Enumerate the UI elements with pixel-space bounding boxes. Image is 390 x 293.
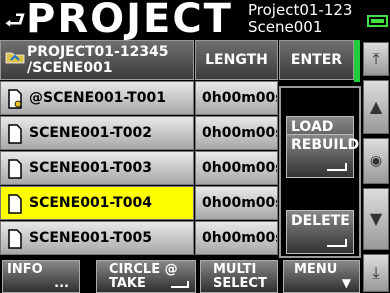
menu-button[interactable]: MENU ▼: [283, 260, 360, 293]
enter-button[interactable]: ENTER: [279, 40, 354, 80]
page-title: PROJECT: [26, 0, 233, 42]
chevron-down-icon: ▼: [341, 276, 351, 290]
scene-name-text: Scene001: [248, 18, 323, 36]
length-cell: 0h00m00s: [195, 186, 278, 220]
multi-select-button[interactable]: MULTI SELECT: [200, 260, 278, 293]
scene-name-text: SCENE001-T002: [29, 125, 152, 141]
scene-name-text: SCENE001-T003: [29, 160, 152, 176]
multi-select-line2: SELECT: [213, 276, 267, 291]
rebuild-button[interactable]: REBUILD: [286, 134, 359, 178]
scene-name-text: SCENE001-T005: [29, 230, 152, 246]
scroll-bottom-icon[interactable]: ⤓: [363, 254, 389, 292]
rebuild-button-label: REBUILD: [291, 137, 360, 153]
header: ⮐ PROJECT Project01-123 Scene001: [0, 0, 390, 42]
column-header: PROJECT01-12345 /SCENE001 LENGTH ENTER: [0, 40, 356, 80]
scroll-down-icon[interactable]: ▼: [363, 188, 389, 250]
load-button-label: LOAD: [291, 119, 334, 135]
file-icon: [8, 159, 22, 179]
length-column-header: LENGTH: [195, 40, 278, 80]
project-name-text: Project01-123: [248, 1, 353, 19]
enter-corner-icon: [327, 239, 347, 247]
scene-name-cell[interactable]: SCENE001-T005: [0, 221, 194, 255]
circle-take-line1: CIRCLE @: [109, 262, 178, 277]
back-arrow-icon[interactable]: ⮐: [2, 6, 28, 34]
project-folder-name: PROJECT01-12345 /SCENE001: [27, 44, 193, 76]
file-icon: [8, 229, 22, 249]
project-info: Project01-123 Scene001: [248, 2, 366, 36]
project-folder-name-line2: /SCENE001: [27, 60, 113, 76]
scroll-position-indicator: [354, 40, 360, 82]
scene-name-cell[interactable]: SCENE001-T002: [0, 116, 194, 150]
project-folder-header[interactable]: PROJECT01-12345 /SCENE001: [0, 40, 194, 80]
file-icon: [8, 194, 22, 214]
enter-corner-icon: [327, 163, 347, 171]
scene-name-cell[interactable]: SCENE001-T003: [0, 151, 194, 185]
scroll-thumb-icon[interactable]: ◉: [363, 138, 389, 184]
scroll-top-icon[interactable]: ⤒: [363, 42, 389, 76]
popup-menu: LOAD REBUILD DELETE: [279, 86, 361, 258]
length-cell: 0h00m00s: [195, 151, 278, 185]
info-button-dots: ...: [54, 276, 69, 291]
length-cell: 0h00m00s: [195, 81, 278, 115]
delete-button[interactable]: DELETE: [286, 210, 354, 254]
info-button-label: INFO: [7, 262, 43, 277]
circle-take-button[interactable]: CIRCLE @ TAKE: [96, 260, 196, 293]
project-folder-name-line1: PROJECT01-12345: [27, 44, 169, 60]
scene-name-text: SCENE001-T004: [29, 195, 152, 211]
scene-name-text: @SCENE001-T001: [29, 90, 166, 106]
scene-name-cell[interactable]: @SCENE001-T001: [0, 81, 194, 115]
scroll-up-icon[interactable]: ▲: [363, 80, 389, 134]
length-cell: 0h00m00s: [195, 221, 278, 255]
bottom-toolbar: INFO ... CIRCLE @ TAKE MULTI SELECT MENU…: [0, 258, 362, 293]
locked-file-icon: [8, 89, 22, 109]
scene-name-cell[interactable]: SCENE001-T004: [0, 186, 194, 220]
menu-button-label: MENU: [294, 262, 338, 277]
folder-up-icon: [5, 52, 25, 64]
file-icon: [8, 124, 22, 144]
scrollbar[interactable]: ⤒ ▲ ◉ ▼ ⤓: [362, 40, 390, 293]
multi-select-line1: MULTI: [213, 262, 257, 277]
info-button[interactable]: INFO ...: [2, 260, 80, 293]
delete-button-label: DELETE: [291, 213, 350, 229]
battery-icon: [367, 15, 388, 27]
enter-corner-icon: [171, 281, 189, 288]
length-cell: 0h00m00s: [195, 116, 278, 150]
